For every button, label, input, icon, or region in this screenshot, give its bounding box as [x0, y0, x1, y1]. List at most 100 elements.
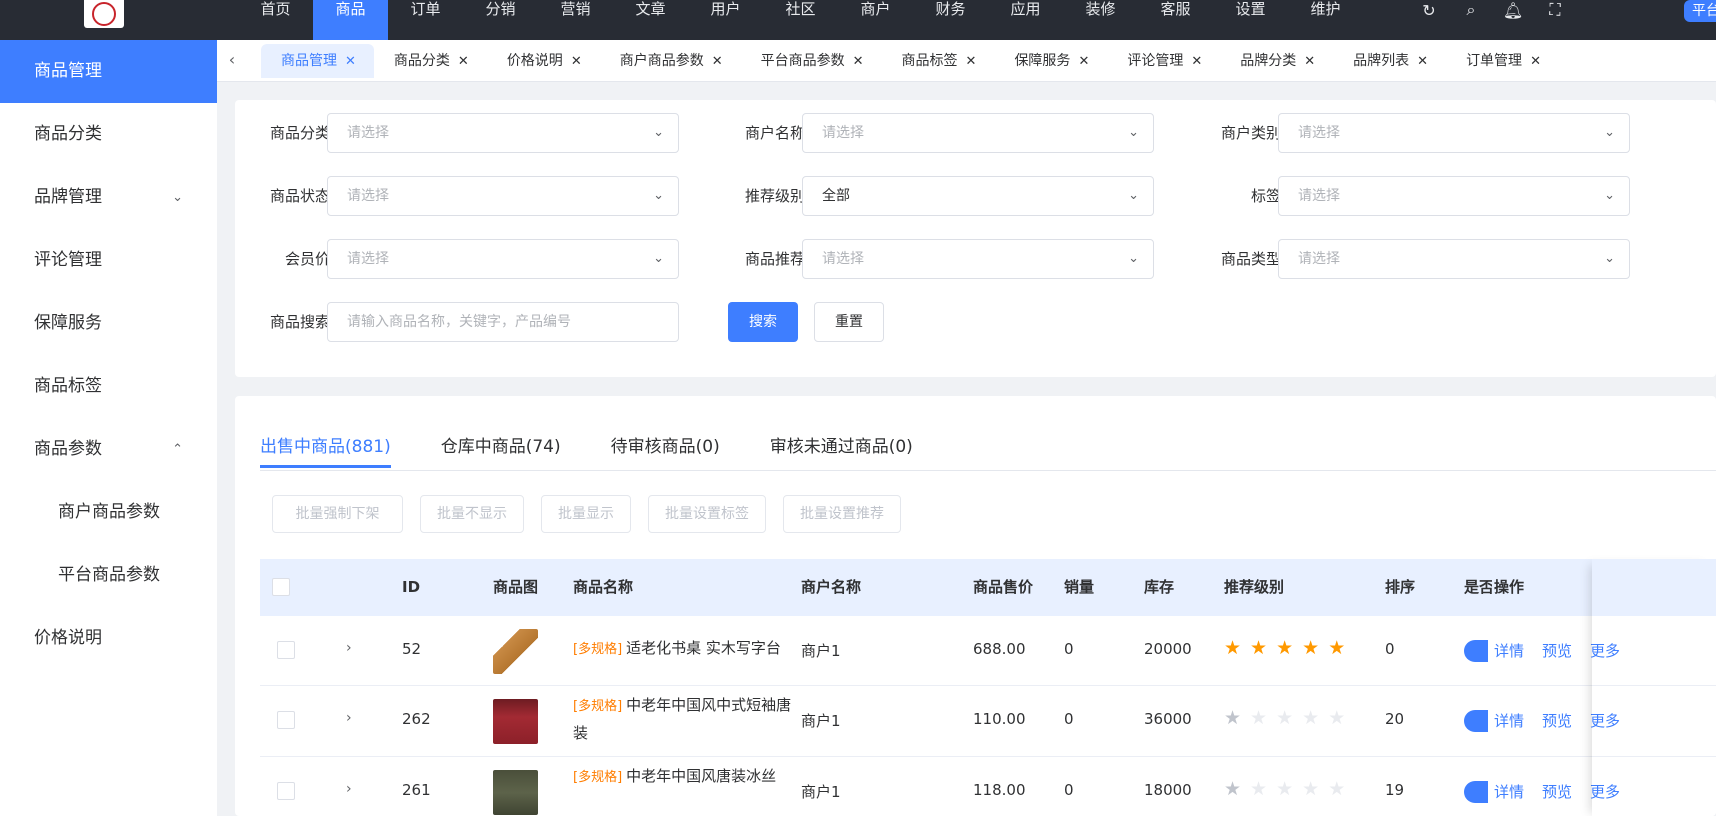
- close-icon[interactable]: ✕: [1417, 54, 1428, 69]
- preview-link[interactable]: 预览: [1542, 781, 1572, 802]
- topnav-item[interactable]: 文章: [613, 0, 688, 40]
- sidebar-item-label: 平台商品参数: [58, 565, 160, 585]
- page-tab[interactable]: 商品分类 ✕: [374, 44, 487, 78]
- topnav-item[interactable]: 订单: [388, 0, 463, 40]
- row-checkbox[interactable]: [277, 711, 295, 729]
- batch-set-tag-button[interactable]: 批量设置标签: [648, 495, 766, 533]
- rating-stars[interactable]: ★ ★ ★ ★ ★: [1224, 637, 1345, 659]
- preview-link[interactable]: 预览: [1542, 710, 1572, 731]
- sidebar-item[interactable]: 保障服务: [0, 292, 217, 355]
- page-tab[interactable]: 保障服务 ✕: [994, 44, 1107, 78]
- close-icon[interactable]: ✕: [458, 54, 469, 69]
- topnav-item[interactable]: 社区: [763, 0, 838, 40]
- product-type-select[interactable]: 请选择 ⌄: [1278, 239, 1630, 279]
- topnav-item[interactable]: 分销: [463, 0, 538, 40]
- sidebar-item[interactable]: 商品标签: [0, 355, 217, 418]
- show-toggle[interactable]: [1464, 710, 1488, 732]
- recommend-level-select[interactable]: 全部 ⌄: [802, 176, 1154, 216]
- merchant-type-select[interactable]: 请选择 ⌄: [1278, 113, 1630, 153]
- close-icon[interactable]: ✕: [571, 54, 582, 69]
- product-name[interactable]: [多规格] 适老化书桌 实木写字台: [573, 635, 803, 663]
- topnav-item[interactable]: 装修: [1063, 0, 1138, 40]
- sale-status-tab[interactable]: 审核未通过商品(0): [770, 432, 913, 468]
- sidebar-item[interactable]: 品牌管理 ⌄: [0, 166, 217, 229]
- chevron-right-icon[interactable]: ›: [346, 640, 352, 656]
- topnav-item[interactable]: 财务: [913, 0, 988, 40]
- show-toggle[interactable]: [1464, 640, 1488, 662]
- close-icon[interactable]: ✕: [853, 54, 864, 69]
- sidebar-item[interactable]: 价格说明: [0, 607, 217, 670]
- row-checkbox[interactable]: [277, 641, 295, 659]
- status-select[interactable]: 请选择 ⌄: [327, 176, 679, 216]
- batch-hide-button[interactable]: 批量不显示: [420, 495, 524, 533]
- topnav-item[interactable]: 客服: [1138, 0, 1213, 40]
- select-all-checkbox[interactable]: [272, 578, 290, 596]
- rating-stars[interactable]: ★ ★ ★ ★ ★: [1224, 778, 1345, 800]
- sidebar-item[interactable]: 商品参数 ⌃: [0, 418, 217, 481]
- close-icon[interactable]: ✕: [1304, 54, 1315, 69]
- row-id: 262: [402, 710, 431, 728]
- merchant-name-select[interactable]: 请选择 ⌄: [802, 113, 1154, 153]
- close-icon[interactable]: ✕: [1191, 54, 1202, 69]
- search-icon[interactable]: ⌕: [1460, 0, 1482, 20]
- topnav-item[interactable]: 首页: [238, 0, 313, 40]
- batch-show-button[interactable]: 批量显示: [541, 495, 631, 533]
- sidebar-item[interactable]: 商品分类: [0, 103, 217, 166]
- batch-force-offshelf-button[interactable]: 批量强制下架: [272, 495, 403, 533]
- page-tab[interactable]: 商品管理 ✕: [261, 44, 374, 78]
- preview-link[interactable]: 预览: [1542, 640, 1572, 661]
- close-icon[interactable]: ✕: [1530, 54, 1541, 69]
- sidebar-item[interactable]: 商品管理: [0, 40, 217, 103]
- category-select[interactable]: 请选择 ⌄: [327, 113, 679, 153]
- sale-status-tab[interactable]: 出售中商品(881): [260, 432, 391, 468]
- close-icon[interactable]: ✕: [966, 54, 977, 69]
- page-tab[interactable]: 评论管理 ✕: [1107, 44, 1220, 78]
- show-toggle[interactable]: [1464, 781, 1488, 803]
- product-name[interactable]: [多规格] 中老年中国风中式短袖唐装: [573, 692, 803, 747]
- tag-select[interactable]: 请选择 ⌄: [1278, 176, 1630, 216]
- refresh-icon[interactable]: ↻: [1418, 1, 1440, 20]
- search-button[interactable]: 搜索: [728, 302, 798, 342]
- close-icon[interactable]: ✕: [345, 54, 356, 69]
- page-tab[interactable]: 商品标签 ✕: [882, 44, 995, 78]
- close-icon[interactable]: ✕: [712, 54, 723, 69]
- detail-link[interactable]: 详情: [1494, 710, 1524, 731]
- sale-status-tab[interactable]: 仓库中商品(74): [441, 432, 561, 468]
- fullscreen-icon[interactable]: ⛶: [1544, 0, 1566, 20]
- topnav-item[interactable]: 商户: [838, 0, 913, 40]
- recommend-select[interactable]: 请选择 ⌄: [802, 239, 1154, 279]
- batch-set-recommend-button[interactable]: 批量设置推荐: [783, 495, 901, 533]
- sidebar-item[interactable]: 商户商品参数: [0, 481, 217, 544]
- product-name[interactable]: [多规格] 中老年中国风唐装冰丝: [573, 763, 803, 791]
- member-price-select[interactable]: 请选择 ⌄: [327, 239, 679, 279]
- page-tab[interactable]: 商户商品参数 ✕: [600, 44, 741, 78]
- topnav-item[interactable]: 用户: [688, 0, 763, 40]
- rating-stars[interactable]: ★ ★ ★ ★ ★: [1224, 707, 1345, 729]
- chevron-left-icon[interactable]: ‹: [223, 50, 241, 69]
- topnav-item[interactable]: 营销: [538, 0, 613, 40]
- sidebar-item[interactable]: 平台商品参数: [0, 544, 217, 607]
- detail-link[interactable]: 详情: [1494, 781, 1524, 802]
- close-icon[interactable]: ✕: [1078, 54, 1089, 69]
- detail-link[interactable]: 详情: [1494, 640, 1524, 661]
- topnav-item[interactable]: 维护: [1288, 0, 1363, 40]
- col-level: 推荐级别: [1224, 578, 1285, 596]
- page-tab[interactable]: 品牌分类 ✕: [1220, 44, 1333, 78]
- platform-button[interactable]: 平台: [1684, 0, 1716, 22]
- page-tab[interactable]: 订单管理 ✕: [1446, 44, 1559, 78]
- row-checkbox[interactable]: [277, 782, 295, 800]
- topnav-item[interactable]: 商品: [313, 0, 388, 40]
- sidebar-item[interactable]: 评论管理: [0, 229, 217, 292]
- topnav-item[interactable]: 设置: [1213, 0, 1288, 40]
- search-input[interactable]: 请输入商品名称，关键字，产品编号: [327, 302, 679, 342]
- reset-button[interactable]: 重置: [814, 302, 884, 342]
- page-tab[interactable]: 品牌列表 ✕: [1333, 44, 1446, 78]
- logo[interactable]: [84, 0, 124, 28]
- chevron-right-icon[interactable]: ›: [346, 781, 352, 797]
- chevron-right-icon[interactable]: ›: [346, 710, 352, 726]
- page-tab[interactable]: 平台商品参数 ✕: [741, 44, 882, 78]
- bell-icon[interactable]: 🔔︎: [1502, 1, 1524, 20]
- topnav-item[interactable]: 应用: [988, 0, 1063, 40]
- page-tab[interactable]: 价格说明 ✕: [487, 44, 600, 78]
- sale-status-tab[interactable]: 待审核商品(0): [611, 432, 720, 468]
